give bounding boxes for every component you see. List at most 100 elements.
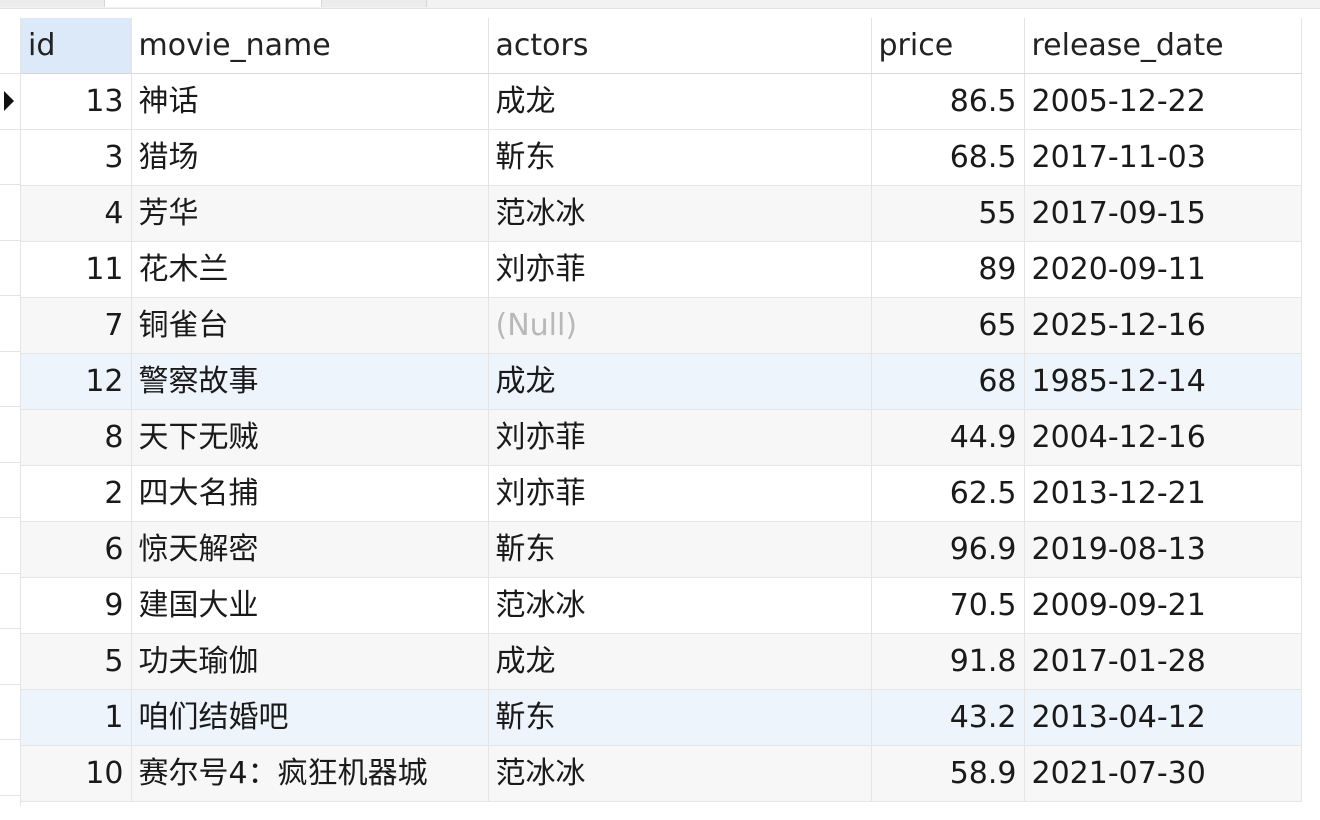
cell-release-date[interactable]: 2017-01-28 <box>1024 633 1302 690</box>
cell-release-date[interactable]: 2004-12-16 <box>1024 409 1302 466</box>
cell-actors[interactable]: 靳东 <box>488 521 872 578</box>
table-row[interactable]: 2 四大名捕 刘亦菲 62.5 2013-12-21 <box>21 465 1302 522</box>
cell-actors[interactable]: 刘亦菲 <box>488 409 872 466</box>
cell-price[interactable]: 68 <box>871 353 1025 410</box>
cell-release-date[interactable]: 2013-12-21 <box>1024 465 1302 522</box>
row-selector[interactable] <box>0 740 20 796</box>
column-header-movie-name[interactable]: movie_name <box>131 18 489 74</box>
cell-release-date[interactable]: 2017-09-15 <box>1024 185 1302 242</box>
cell-price[interactable]: 55 <box>871 185 1025 242</box>
cell-release-date[interactable]: 2020-09-11 <box>1024 241 1302 298</box>
cell-release-date[interactable]: 2021-07-30 <box>1024 745 1302 802</box>
cell-id[interactable]: 9 <box>21 577 132 634</box>
cell-movie-name[interactable]: 猎场 <box>131 129 489 186</box>
table-row[interactable]: 13 神话 成龙 86.5 2005-12-22 <box>21 73 1302 130</box>
cell-id[interactable]: 13 <box>21 73 132 130</box>
cell-actors[interactable]: 成龙 <box>488 633 872 690</box>
cell-release-date[interactable]: 2013-04-12 <box>1024 689 1302 746</box>
cell-price[interactable]: 68.5 <box>871 129 1025 186</box>
cell-price[interactable]: 65 <box>871 297 1025 354</box>
cell-actors[interactable]: 范冰冰 <box>488 185 872 242</box>
cell-price[interactable]: 70.5 <box>871 577 1025 634</box>
cell-id[interactable]: 1 <box>21 689 132 746</box>
row-selector[interactable] <box>0 574 20 629</box>
cell-movie-name[interactable]: 神话 <box>131 73 489 130</box>
cell-id[interactable]: 5 <box>21 633 132 690</box>
cell-actors[interactable]: 刘亦菲 <box>488 465 872 522</box>
cell-movie-name[interactable]: 咱们结婚吧 <box>131 689 489 746</box>
cell-price[interactable]: 91.8 <box>871 633 1025 690</box>
column-header-release-date[interactable]: release_date <box>1024 18 1302 74</box>
row-selector[interactable] <box>0 130 20 185</box>
table-row[interactable]: 9 建国大业 范冰冰 70.5 2009-09-21 <box>21 577 1302 634</box>
cell-movie-name[interactable]: 警察故事 <box>131 353 489 410</box>
row-selector[interactable] <box>0 185 20 241</box>
row-selector[interactable] <box>0 241 20 296</box>
row-selector[interactable] <box>0 463 20 518</box>
cell-id[interactable]: 3 <box>21 129 132 186</box>
column-header-id[interactable]: id <box>21 18 132 74</box>
table-row[interactable]: 8 天下无贼 刘亦菲 44.9 2004-12-16 <box>21 409 1302 466</box>
row-selector[interactable] <box>0 518 20 574</box>
row-selector[interactable] <box>0 407 20 463</box>
cell-price[interactable]: 44.9 <box>871 409 1025 466</box>
cell-release-date[interactable]: 1985-12-14 <box>1024 353 1302 410</box>
cell-movie-name[interactable]: 赛尔号4：疯狂机器城 <box>131 745 489 802</box>
row-selector[interactable] <box>0 352 20 407</box>
row-selector[interactable] <box>0 296 20 352</box>
cell-id[interactable]: 2 <box>21 465 132 522</box>
tab-1[interactable] <box>0 0 105 7</box>
table-row[interactable]: 10 赛尔号4：疯狂机器城 范冰冰 58.9 2021-07-30 <box>21 745 1302 802</box>
cell-price[interactable]: 43.2 <box>871 689 1025 746</box>
table-row[interactable]: 7 铜雀台 (Null) 65 2025-12-16 <box>21 297 1302 354</box>
cell-id[interactable]: 4 <box>21 185 132 242</box>
cell-price[interactable]: 96.9 <box>871 521 1025 578</box>
cell-price[interactable]: 86.5 <box>871 73 1025 130</box>
cell-actors[interactable]: 范冰冰 <box>488 745 872 802</box>
cell-actors[interactable]: 靳东 <box>488 129 872 186</box>
table-row[interactable]: 4 芳华 范冰冰 55 2017-09-15 <box>21 185 1302 242</box>
cell-movie-name[interactable]: 建国大业 <box>131 577 489 634</box>
cell-movie-name[interactable]: 四大名捕 <box>131 465 489 522</box>
cell-movie-name[interactable]: 天下无贼 <box>131 409 489 466</box>
cell-id[interactable]: 12 <box>21 353 132 410</box>
current-row-pointer-icon <box>4 91 14 111</box>
cell-release-date[interactable]: 2005-12-22 <box>1024 73 1302 130</box>
cell-movie-name[interactable]: 芳华 <box>131 185 489 242</box>
cell-movie-name[interactable]: 花木兰 <box>131 241 489 298</box>
tab-3[interactable] <box>322 0 427 7</box>
cell-release-date[interactable]: 2009-09-21 <box>1024 577 1302 634</box>
column-header-actors[interactable]: actors <box>488 18 872 74</box>
cell-id[interactable]: 6 <box>21 521 132 578</box>
cell-actors[interactable]: 刘亦菲 <box>488 241 872 298</box>
cell-price[interactable]: 89 <box>871 241 1025 298</box>
row-selector[interactable] <box>0 629 20 685</box>
cell-id[interactable]: 10 <box>21 745 132 802</box>
cell-id[interactable]: 11 <box>21 241 132 298</box>
cell-actors[interactable]: (Null) <box>488 297 872 354</box>
cell-actors[interactable]: 成龙 <box>488 353 872 410</box>
cell-actors[interactable]: 靳东 <box>488 689 872 746</box>
row-selector[interactable] <box>0 74 20 130</box>
cell-price[interactable]: 58.9 <box>871 745 1025 802</box>
table-row[interactable]: 6 惊天解密 靳东 96.9 2019-08-13 <box>21 521 1302 578</box>
cell-release-date[interactable]: 2019-08-13 <box>1024 521 1302 578</box>
table-row[interactable]: 5 功夫瑜伽 成龙 91.8 2017-01-28 <box>21 633 1302 690</box>
row-selector[interactable] <box>0 685 20 740</box>
cell-actors[interactable]: 成龙 <box>488 73 872 130</box>
table-row[interactable]: 1 咱们结婚吧 靳东 43.2 2013-04-12 <box>21 689 1302 746</box>
table-row[interactable]: 11 花木兰 刘亦菲 89 2020-09-11 <box>21 241 1302 298</box>
cell-release-date[interactable]: 2025-12-16 <box>1024 297 1302 354</box>
cell-movie-name[interactable]: 惊天解密 <box>131 521 489 578</box>
cell-movie-name[interactable]: 功夫瑜伽 <box>131 633 489 690</box>
cell-movie-name[interactable]: 铜雀台 <box>131 297 489 354</box>
cell-release-date[interactable]: 2017-11-03 <box>1024 129 1302 186</box>
cell-id[interactable]: 8 <box>21 409 132 466</box>
cell-price[interactable]: 62.5 <box>871 465 1025 522</box>
cell-actors[interactable]: 范冰冰 <box>488 577 872 634</box>
table-row[interactable]: 12 警察故事 成龙 68 1985-12-14 <box>21 353 1302 410</box>
column-header-price[interactable]: price <box>871 18 1025 74</box>
table-row[interactable]: 3 猎场 靳东 68.5 2017-11-03 <box>21 129 1302 186</box>
tab-2[interactable] <box>105 0 322 7</box>
cell-id[interactable]: 7 <box>21 297 132 354</box>
